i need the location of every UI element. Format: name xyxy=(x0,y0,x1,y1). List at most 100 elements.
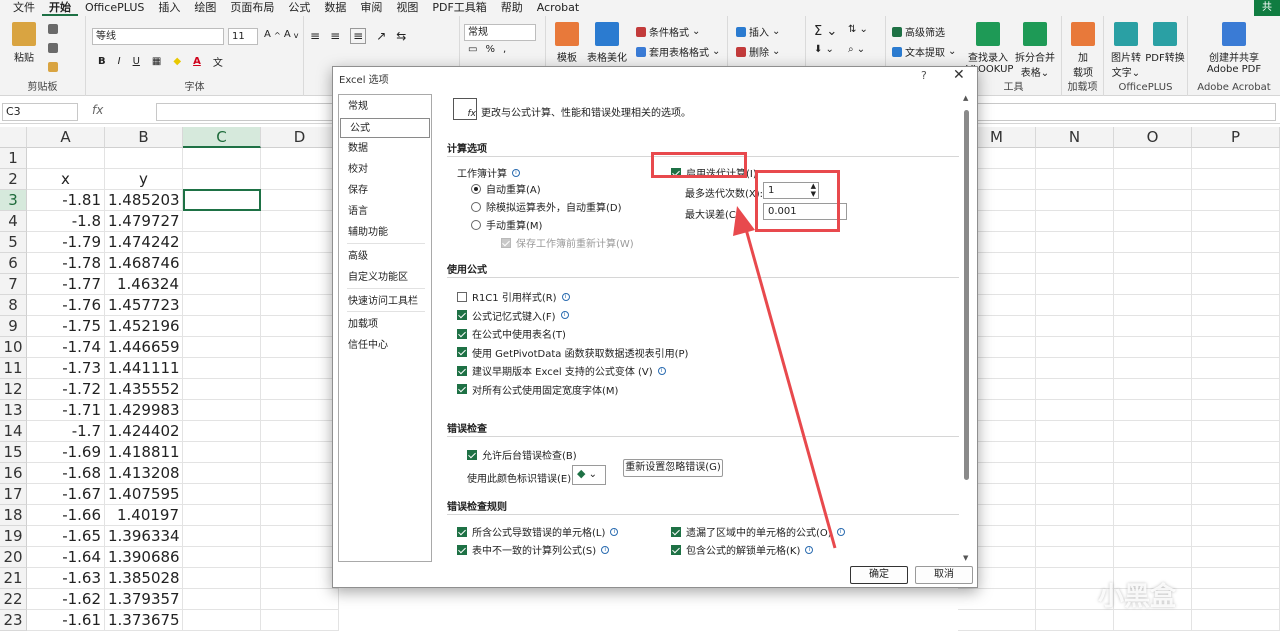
empty-cell[interactable] xyxy=(261,148,339,169)
menu-item-8[interactable]: 审阅 xyxy=(353,0,389,16)
fx-icon[interactable]: fx xyxy=(92,103,103,117)
empty-cell[interactable] xyxy=(183,379,261,400)
column-header[interactable]: P xyxy=(1192,127,1280,148)
empty-cell[interactable] xyxy=(1114,253,1192,274)
nav-item-11[interactable]: 信任中心 xyxy=(339,336,431,356)
empty-cell[interactable] xyxy=(1192,589,1280,610)
copy-icon[interactable] xyxy=(48,43,58,53)
cell-a-14[interactable]: -1.7 xyxy=(27,421,105,442)
delete-button[interactable]: 删除 ⌄ xyxy=(736,44,780,59)
menu-item-7[interactable]: 数据 xyxy=(317,0,353,16)
cell-b-13[interactable]: 1.429983 xyxy=(105,400,183,421)
table-beautify-button[interactable]: 表格美化 xyxy=(584,22,630,64)
empty-cell[interactable] xyxy=(1192,295,1280,316)
cancel-button[interactable]: 取消 xyxy=(915,566,973,584)
cell-b-23[interactable]: 1.373675 xyxy=(105,610,183,631)
empty-cell[interactable] xyxy=(1192,316,1280,337)
underline-button[interactable]: U xyxy=(133,56,140,67)
paste-button[interactable]: 粘贴 xyxy=(12,22,36,64)
empty-cell[interactable] xyxy=(183,169,261,190)
empty-cell[interactable] xyxy=(1114,190,1192,211)
empty-cell[interactable] xyxy=(1114,295,1192,316)
rule-option-3[interactable]: 包含公式的解锁单元格(K) i xyxy=(671,542,814,557)
sort-filter-icon[interactable]: ⇅ ⌄ xyxy=(848,24,868,35)
cell-a-18[interactable]: -1.66 xyxy=(27,505,105,526)
menu-item-4[interactable]: 绘图 xyxy=(187,0,223,16)
font-size-combo[interactable]: 11 xyxy=(228,28,258,45)
recalc-before-save-checkbox[interactable]: 保存工作簿前重新计算(W) xyxy=(501,235,634,250)
addins-button[interactable]: 加 载项 xyxy=(1068,22,1098,79)
nav-item-5[interactable]: 语言 xyxy=(339,202,431,222)
img2text-button[interactable]: 图片转 文字⌄ xyxy=(1108,22,1144,79)
empty-cell[interactable] xyxy=(1114,547,1192,568)
sum-icon[interactable]: Σ ⌄ xyxy=(814,24,837,39)
empty-cell[interactable] xyxy=(261,526,339,547)
cell-a-12[interactable]: -1.72 xyxy=(27,379,105,400)
cell-a-13[interactable]: -1.71 xyxy=(27,400,105,421)
empty-cell[interactable] xyxy=(1192,148,1280,169)
percent-icon[interactable]: % xyxy=(485,44,495,55)
cell-a-22[interactable]: -1.62 xyxy=(27,589,105,610)
empty-cell[interactable] xyxy=(958,610,1036,631)
empty-cell[interactable] xyxy=(1036,484,1114,505)
empty-cell[interactable] xyxy=(1192,484,1280,505)
empty-cell[interactable] xyxy=(1192,505,1280,526)
insert-button[interactable]: 插入 ⌄ xyxy=(736,24,780,39)
cell-a-2[interactable]: x xyxy=(27,169,105,190)
ok-button[interactable]: 确定 xyxy=(850,566,908,584)
table-format-button[interactable]: 套用表格格式 ⌄ xyxy=(636,44,720,59)
align-bottom-icon[interactable]: ≡ xyxy=(350,28,367,44)
menu-item-1[interactable]: 开始 xyxy=(42,0,78,16)
menu-item-10[interactable]: PDF工具箱 xyxy=(425,0,493,16)
pdf-convert-button[interactable]: PDF转换 xyxy=(1144,22,1186,64)
rule-option-1[interactable]: 遗漏了区域中的单元格的公式(O) i xyxy=(671,524,845,539)
empty-cell[interactable] xyxy=(1036,547,1114,568)
empty-cell[interactable] xyxy=(1192,379,1280,400)
empty-cell[interactable] xyxy=(958,589,1036,610)
row-header[interactable]: 20 xyxy=(0,547,27,568)
empty-cell[interactable] xyxy=(1036,442,1114,463)
empty-cell[interactable] xyxy=(1036,169,1114,190)
cell-b-15[interactable]: 1.418811 xyxy=(105,442,183,463)
menu-item-3[interactable]: 插入 xyxy=(151,0,187,16)
empty-cell[interactable] xyxy=(1036,421,1114,442)
cell-a-1[interactable] xyxy=(27,148,105,169)
empty-cell[interactable] xyxy=(1036,316,1114,337)
cell-a-3[interactable]: -1.81 xyxy=(27,190,105,211)
empty-cell[interactable] xyxy=(261,169,339,190)
cell-b-21[interactable]: 1.385028 xyxy=(105,568,183,589)
cell-a-5[interactable]: -1.79 xyxy=(27,232,105,253)
row-header[interactable]: 2 xyxy=(0,169,27,190)
cell-b-9[interactable]: 1.452196 xyxy=(105,316,183,337)
cell-a-16[interactable]: -1.68 xyxy=(27,463,105,484)
fill-color-icon[interactable]: ◆ xyxy=(173,56,181,67)
empty-cell[interactable] xyxy=(1192,337,1280,358)
empty-cell[interactable] xyxy=(183,610,261,631)
auto-calc-radio[interactable]: 自动重算(A) xyxy=(471,181,541,196)
empty-cell[interactable] xyxy=(1036,253,1114,274)
empty-cell[interactable] xyxy=(1036,505,1114,526)
text-extract-button[interactable]: 文本提取 ⌄ xyxy=(892,44,956,59)
number-format-combo[interactable]: 常规 xyxy=(464,24,536,41)
adv-filter-button[interactable]: 高级筛选 xyxy=(892,24,945,39)
formula-option-3[interactable]: 使用 GetPivotData 函数获取数据透视表引用(P) xyxy=(457,345,688,360)
bg-error-check-checkbox[interactable]: 允许后台错误检查(B) xyxy=(467,447,577,462)
comma-icon[interactable]: , xyxy=(503,44,506,55)
empty-cell[interactable] xyxy=(1036,400,1114,421)
empty-cell[interactable] xyxy=(1192,568,1280,589)
menu-item-9[interactable]: 视图 xyxy=(389,0,425,16)
cell-b-14[interactable]: 1.424402 xyxy=(105,421,183,442)
empty-cell[interactable] xyxy=(261,421,339,442)
empty-cell[interactable] xyxy=(1036,463,1114,484)
empty-cell[interactable] xyxy=(1036,274,1114,295)
cell-a-6[interactable]: -1.78 xyxy=(27,253,105,274)
row-header[interactable]: 19 xyxy=(0,526,27,547)
template-button[interactable]: 模板 xyxy=(550,22,584,64)
cell-a-10[interactable]: -1.74 xyxy=(27,337,105,358)
empty-cell[interactable] xyxy=(183,421,261,442)
empty-cell[interactable] xyxy=(1114,421,1192,442)
empty-cell[interactable] xyxy=(1192,358,1280,379)
empty-cell[interactable] xyxy=(1114,484,1192,505)
nav-item-8[interactable]: 自定义功能区 xyxy=(339,268,431,288)
empty-cell[interactable] xyxy=(183,463,261,484)
